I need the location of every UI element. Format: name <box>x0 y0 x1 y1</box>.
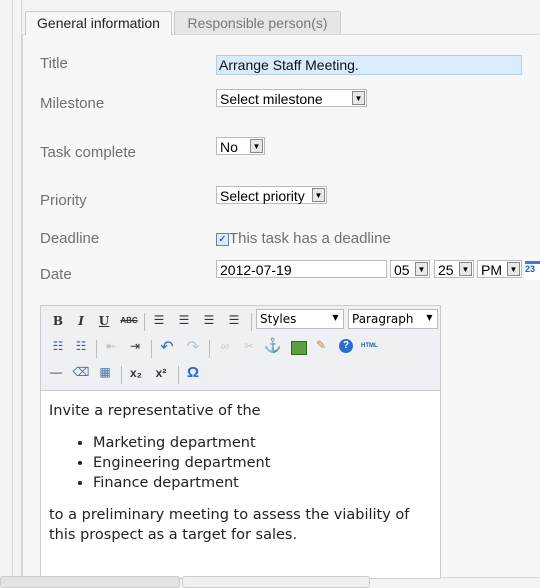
help-icon[interactable]: ? <box>339 339 353 353</box>
editor-list: Marketing department Engineering departm… <box>49 433 432 493</box>
milestone-label: Milestone <box>40 95 105 112</box>
ampm-select[interactable]: PM ▼ <box>477 260 522 278</box>
chevron-down-icon: ▼ <box>332 313 339 322</box>
separator <box>251 313 252 331</box>
paragraph-value: Paragraph <box>352 312 414 326</box>
eraser-icon[interactable]: ⌫ <box>71 365 91 379</box>
frame-border <box>12 0 13 584</box>
ampm-value: PM <box>481 262 502 278</box>
hour-select[interactable]: 05 ▼ <box>390 260 430 278</box>
styles-dropdown[interactable]: Styles ▼ <box>256 309 344 329</box>
rich-text-editor: B I U ABC ☰ ☰ ☰ ☰ Styles ▼ Paragraph ▼ ☷ ☷… <box>40 305 441 579</box>
bullet-list-icon[interactable]: ☷ <box>48 339 68 353</box>
tab-responsible-persons[interactable]: Responsible person(s) <box>174 11 341 34</box>
bold-icon[interactable]: B <box>48 314 68 328</box>
anchor-icon[interactable]: ⚓ <box>263 337 283 354</box>
title-label: Title <box>40 55 68 72</box>
subscript-icon[interactable]: x₂ <box>126 366 146 380</box>
priority-select[interactable]: Select priority ▼ <box>216 186 327 204</box>
styles-value: Styles <box>260 312 297 326</box>
cleanup-brush-icon[interactable]: ✎ <box>311 338 331 352</box>
priority-value: Select priority <box>220 188 305 204</box>
chevron-down-icon: ▼ <box>459 262 472 276</box>
list-item: Finance department <box>93 473 432 493</box>
chevron-down-icon: ▼ <box>507 262 520 276</box>
align-center-icon[interactable]: ☰ <box>174 313 194 327</box>
separator <box>209 340 210 358</box>
title-input[interactable]: Arrange Staff Meeting. <box>216 55 522 75</box>
table-icon[interactable]: ▦ <box>95 365 115 379</box>
date-label: Date <box>40 266 72 283</box>
bottom-tab[interactable] <box>0 576 180 588</box>
undo-icon[interactable]: ↶ <box>157 337 177 357</box>
tab-general-information[interactable]: General information <box>25 11 172 35</box>
editor-intro: Invite a representative of the <box>49 403 261 419</box>
deadline-checkbox-label[interactable]: This task has a deadline <box>229 230 391 247</box>
minute-value: 25 <box>438 262 454 278</box>
redo-icon[interactable]: ↷ <box>183 337 203 357</box>
italic-icon[interactable]: I <box>71 314 91 328</box>
hour-value: 05 <box>394 262 410 278</box>
outdent-icon[interactable]: ⇤ <box>101 339 121 353</box>
task-complete-select[interactable]: No ▼ <box>216 137 265 155</box>
calendar-icon[interactable]: 23 <box>525 261 540 280</box>
bottom-tab[interactable] <box>182 576 370 588</box>
align-left-icon[interactable]: ☰ <box>149 313 169 327</box>
chevron-down-icon: ▼ <box>352 91 365 105</box>
html-source-icon[interactable]: HTML <box>361 343 378 349</box>
numbered-list-icon[interactable]: ☷ <box>71 339 91 353</box>
priority-label: Priority <box>40 192 87 209</box>
task-complete-value: No <box>220 139 238 155</box>
special-character-icon[interactable]: Ω <box>183 364 203 381</box>
deadline-checkbox[interactable]: ✓ <box>216 233 229 246</box>
underline-icon[interactable]: U <box>94 314 114 328</box>
editor-outro: to a preliminary meeting to assess the v… <box>49 507 410 543</box>
separator <box>96 340 97 358</box>
chevron-down-icon: ▼ <box>312 188 325 202</box>
minute-select[interactable]: 25 ▼ <box>434 260 474 278</box>
milestone-select[interactable]: Select milestone ▼ <box>216 89 367 107</box>
unlink-icon[interactable]: ✂ <box>239 339 259 353</box>
strikethrough-icon[interactable]: ABC <box>119 316 139 325</box>
deadline-label: Deadline <box>40 230 100 247</box>
separator <box>144 313 145 331</box>
list-item: Engineering department <box>93 453 432 473</box>
horizontal-rule-icon[interactable]: — <box>46 365 66 379</box>
separator <box>121 366 122 384</box>
superscript-icon[interactable]: x² <box>151 366 171 380</box>
separator <box>178 366 179 384</box>
separator <box>151 340 152 358</box>
chevron-down-icon: ▼ <box>426 313 433 322</box>
link-icon[interactable]: ∞ <box>215 339 235 353</box>
image-icon[interactable] <box>291 341 307 355</box>
task-complete-label: Task complete <box>40 144 136 161</box>
milestone-value: Select milestone <box>220 91 323 107</box>
editor-content[interactable]: Invite a representative of the Marketing… <box>41 390 440 578</box>
list-item: Marketing department <box>93 433 432 453</box>
chevron-down-icon: ▼ <box>415 262 428 276</box>
date-input[interactable]: 2012-07-19 <box>216 260 387 278</box>
align-justify-icon[interactable]: ☰ <box>224 313 244 327</box>
indent-icon[interactable]: ⇥ <box>125 339 145 353</box>
chevron-down-icon: ▼ <box>250 139 263 153</box>
paragraph-dropdown[interactable]: Paragraph ▼ <box>348 309 438 329</box>
align-right-icon[interactable]: ☰ <box>199 313 219 327</box>
